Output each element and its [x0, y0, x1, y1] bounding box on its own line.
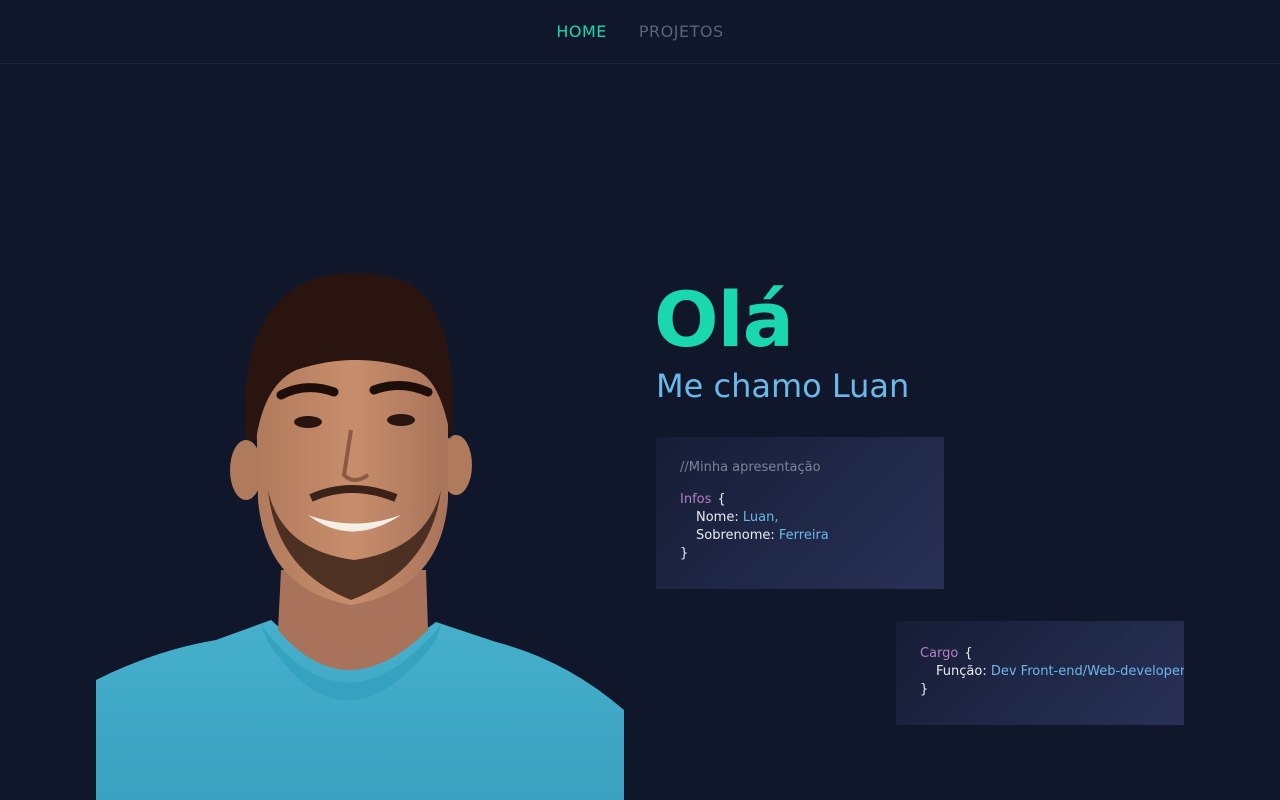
nav-home-link[interactable]: HOME — [556, 22, 607, 42]
field-value: Ferreira — [778, 528, 829, 543]
field-key: Sobrenome: — [696, 528, 775, 543]
code-field-row: Nome: Luan, — [680, 509, 920, 527]
open-brace: { — [717, 492, 726, 507]
field-value: Dev Front-end/Web-developer — [990, 664, 1184, 679]
object-keyword: Cargo — [920, 646, 959, 661]
greeting-heading: Olá — [654, 275, 794, 364]
open-brace: { — [964, 646, 973, 661]
object-keyword: Infos — [680, 492, 712, 507]
code-field-row: Sobrenome: Ferreira — [680, 527, 920, 545]
close-brace: } — [920, 682, 929, 697]
code-comment: //Minha apresentação — [680, 460, 821, 475]
infos-code-card: //Minha apresentação Infos{ Nome: Luan, … — [656, 437, 944, 589]
field-key: Função: — [936, 664, 987, 679]
code-object-line: Infos { — [680, 491, 920, 509]
profile-photo — [96, 272, 624, 800]
code-object-line: Cargo { — [920, 645, 1160, 663]
close-brace: } — [680, 546, 689, 561]
cargo-code-card: Cargo { Função: Dev Front-end/Web-develop… — [896, 621, 1184, 725]
nav-projetos-link[interactable]: PROJETOS — [639, 22, 724, 42]
field-value: Luan, — [742, 510, 779, 525]
field-key: Nome: — [696, 510, 739, 525]
name-subtitle: Me chamo Luan — [656, 367, 910, 405]
top-navbar: HOME PROJETOS — [0, 0, 1280, 64]
code-field-row: Função: Dev Front-end/Web-developer — [920, 663, 1184, 681]
